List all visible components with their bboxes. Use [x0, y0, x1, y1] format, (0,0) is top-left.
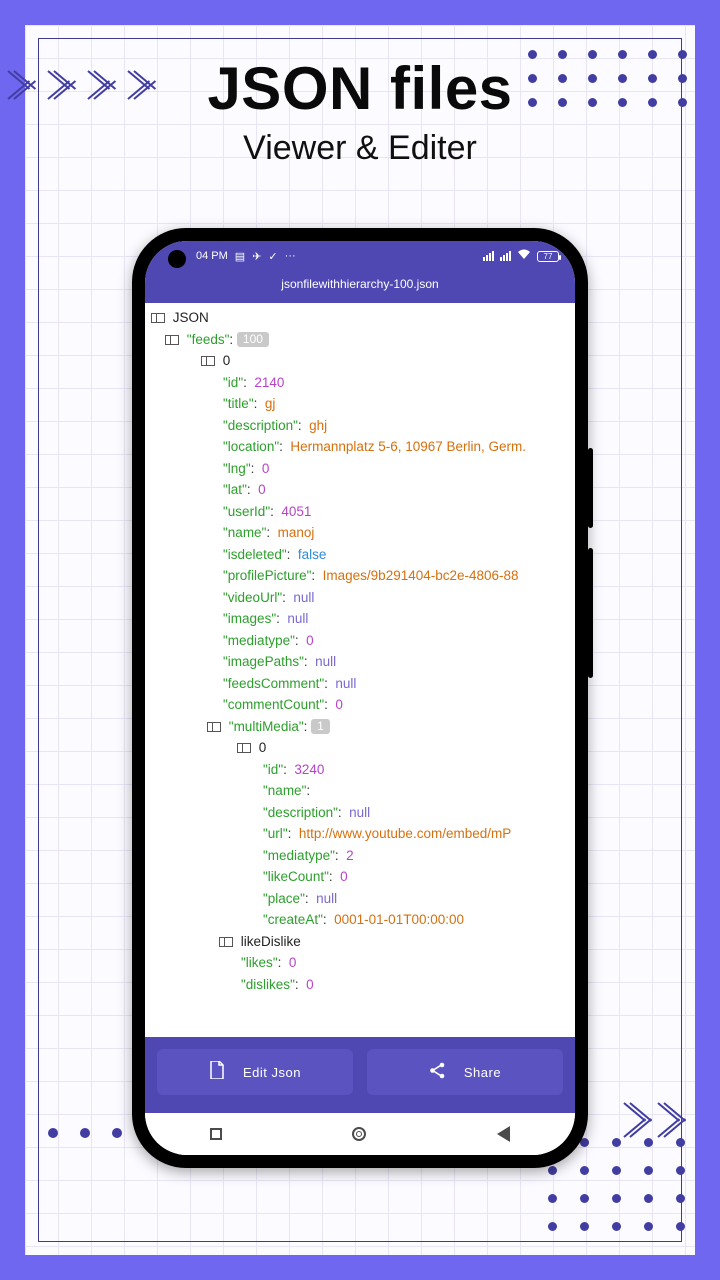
tree-row[interactable]: "description": ghj [145, 415, 575, 437]
tree-row[interactable]: "dislikes": 0 [145, 974, 575, 996]
home-nav-icon[interactable] [352, 1127, 366, 1141]
card-icon: ▤ [235, 250, 245, 263]
signal-2-icon [500, 251, 511, 261]
android-nav-bar [145, 1113, 575, 1155]
edit-json-button[interactable]: Edit Json [157, 1049, 353, 1095]
feeds-count-badge: 100 [237, 332, 269, 347]
tree-row[interactable]: "description": null [145, 802, 575, 824]
collapse-icon[interactable] [151, 313, 165, 323]
tree-node-root[interactable]: JSON [145, 307, 575, 329]
share-label: Share [464, 1065, 501, 1080]
tree-row[interactable]: "feedsComment": null [145, 673, 575, 695]
wifi-icon [517, 249, 531, 263]
page-title: JSON files [0, 54, 720, 123]
tree-row[interactable]: "name": manoj [145, 522, 575, 544]
tree-row[interactable]: "title": gj [145, 393, 575, 415]
root-label: JSON [173, 310, 209, 325]
tree-row[interactable]: "location": Hermannplatz 5-6, 10967 Berl… [145, 436, 575, 458]
tree-row[interactable]: "id": 3240 [145, 759, 575, 781]
collapse-icon[interactable] [207, 722, 221, 732]
tree-row[interactable]: "lat": 0 [145, 479, 575, 501]
battery-icon: 77 [537, 251, 559, 262]
bottom-action-bar: Edit Json Share [145, 1037, 575, 1113]
page-subtitle: Viewer & Editer [0, 129, 720, 168]
item-index: 0 [223, 353, 231, 368]
tree-row[interactable]: "isdeleted": false [145, 544, 575, 566]
tree-row[interactable]: "lng": 0 [145, 458, 575, 480]
collapse-icon[interactable] [201, 356, 215, 366]
tree-row[interactable]: "commentCount": 0 [145, 694, 575, 716]
json-tree-viewer[interactable]: JSON "feeds": 100 0 "id": 2140 "title": … [145, 303, 575, 1037]
tree-node-item-0[interactable]: 0 [145, 350, 575, 372]
tree-row[interactable]: "imagePaths": null [145, 651, 575, 673]
recents-nav-icon[interactable] [210, 1128, 222, 1140]
tree-node-mm-0[interactable]: 0 [145, 737, 575, 759]
tree-node-likedislike[interactable]: likeDislike [145, 931, 575, 953]
tree-row[interactable]: "name": [145, 780, 575, 802]
more-icon: ··· [285, 250, 296, 262]
status-time: 04 PM [196, 250, 228, 262]
send-icon: ✈ [252, 250, 261, 263]
tree-row[interactable]: "userId": 4051 [145, 501, 575, 523]
app-bar: jsonfilewithhierarchy-100.json [145, 271, 575, 303]
collapse-icon[interactable] [237, 743, 251, 753]
tree-row[interactable]: "profilePicture": Images/9b291404-bc2e-4… [145, 565, 575, 587]
status-bar: 04 PM ▤ ✈ ✓ ··· 77 [145, 241, 575, 271]
file-icon [209, 1061, 225, 1083]
share-button[interactable]: Share [367, 1049, 563, 1095]
tree-row[interactable]: "images": null [145, 608, 575, 630]
tree-node-feeds[interactable]: "feeds": 100 [145, 329, 575, 351]
tree-row[interactable]: "mediatype": 0 [145, 630, 575, 652]
tree-row[interactable]: "id": 2140 [145, 372, 575, 394]
phone-frame: 04 PM ▤ ✈ ✓ ··· 77 jsonfilewithhierarchy… [132, 228, 588, 1168]
signal-1-icon [483, 251, 494, 261]
decor-chevrons-bottom-right [624, 1088, 692, 1152]
tree-node-multimedia[interactable]: "multiMedia": 1 [145, 716, 575, 738]
tree-row[interactable]: "createAt": 0001-01-01T00:00:00 [145, 909, 575, 931]
back-nav-icon[interactable] [497, 1126, 510, 1142]
collapse-icon[interactable] [219, 937, 233, 947]
tree-row[interactable]: "mediatype": 2 [145, 845, 575, 867]
multimedia-count-badge: 1 [311, 719, 330, 734]
key-feeds: feeds [192, 332, 225, 347]
edit-json-label: Edit Json [243, 1065, 301, 1080]
collapse-icon[interactable] [165, 335, 179, 345]
share-icon [429, 1062, 446, 1083]
tree-row[interactable]: "place": null [145, 888, 575, 910]
camera-punch-hole [168, 250, 186, 268]
tree-row[interactable]: "likes": 0 [145, 952, 575, 974]
open-file-name: jsonfilewithhierarchy-100.json [281, 277, 438, 291]
tree-row[interactable]: "url": http://www.youtube.com/embed/mP [145, 823, 575, 845]
check-icon: ✓ [268, 250, 277, 263]
tree-row[interactable]: "videoUrl": null [145, 587, 575, 609]
tree-row[interactable]: "likeCount": 0 [145, 866, 575, 888]
